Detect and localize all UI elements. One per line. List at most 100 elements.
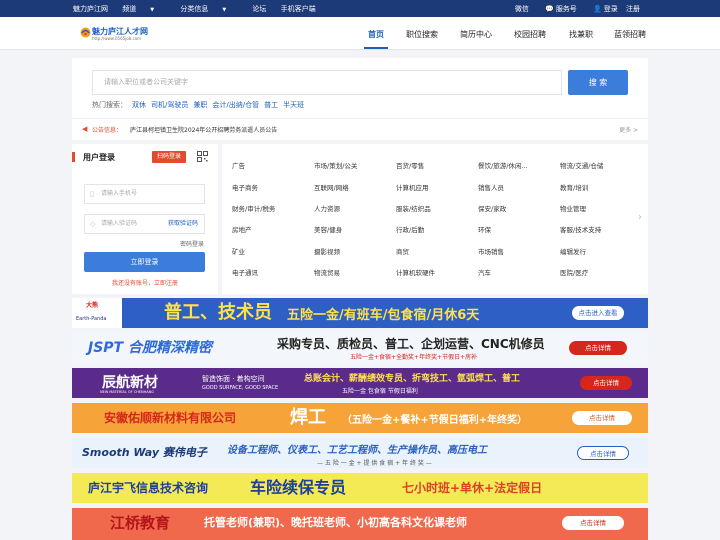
- banner-headline: 车险续保专员: [250, 478, 347, 497]
- get-code-button[interactable]: 获取验证码: [168, 215, 198, 233]
- banner-button[interactable]: 点击详情: [569, 341, 627, 355]
- top-links: 魅力庐江网 频道 ▼ 分类信息 ▼ 论坛 手机客户端: [73, 4, 328, 14]
- ad-banner[interactable]: JSPT 合肥精深精密 采购专员、质检员、普工、企划运营、CNC机修员 五险一金+食…: [72, 333, 648, 363]
- banner-button[interactable]: 点击详情: [577, 446, 629, 460]
- chevron-right-icon[interactable]: ›: [638, 212, 642, 223]
- service-account-link[interactable]: 服务号: [556, 5, 577, 13]
- nav-job-search[interactable]: 职位搜索: [406, 29, 438, 40]
- banner-button[interactable]: 点击详情: [580, 376, 632, 390]
- password-login-link[interactable]: 密码登录: [180, 239, 204, 248]
- category-link[interactable]: 服装/纺织品: [396, 203, 431, 213]
- hot-word[interactable]: 双休: [132, 101, 146, 109]
- login-link[interactable]: 登录: [604, 5, 618, 13]
- hot-word[interactable]: 兼职: [193, 101, 207, 109]
- category-link[interactable]: 客服/技术支持: [560, 224, 601, 234]
- category-link[interactable]: 计算机应用: [396, 182, 429, 192]
- category-link[interactable]: 计算机软硬件: [396, 267, 435, 277]
- hot-word[interactable]: 半天班: [283, 101, 304, 109]
- banner-logo-en: NEW MATERIAL OF CHENHANG: [100, 390, 154, 394]
- banner-logo: Smooth Way 赛伟电子: [82, 446, 207, 459]
- category-link[interactable]: 汽车: [478, 267, 491, 277]
- ad-banner[interactable]: 大熊 Earth-Panda 普工、技术员 五险一金/有班车/包食宿/月休6天 点击进入…: [72, 298, 648, 328]
- ad-banner[interactable]: 江桥教育 托管老师(兼职)、晚托班老师、小初高各科文化课老师 点击详情: [72, 508, 648, 540]
- category-link[interactable]: 保安/家政: [478, 203, 506, 213]
- logo-mark-icon: [80, 27, 91, 38]
- ad-banner[interactable]: 庐江宇飞信息技术咨询 车险续保专员 七小时班+单休+法定假日: [72, 473, 648, 503]
- category-link[interactable]: 矿业: [232, 246, 245, 256]
- category-link[interactable]: 物业管理: [560, 203, 586, 213]
- category-link[interactable]: 医院/医疗: [560, 267, 588, 277]
- top-link-classified[interactable]: 分类信息 ▼: [180, 5, 238, 13]
- site-logo[interactable]: 魅力庐江人才网 http://www.0565job.com: [80, 25, 152, 43]
- hot-word[interactable]: 司机/驾驶员: [151, 101, 188, 109]
- notice-text[interactable]: 庐江县柯坦镇卫生院2024年公开招聘劳务派遣人员公告: [130, 125, 277, 134]
- register-link[interactable]: 注册: [626, 5, 640, 13]
- category-link[interactable]: 电子商务: [232, 182, 258, 192]
- top-bar: 魅力庐江网 频道 ▼ 分类信息 ▼ 论坛 手机客户端 微信 💬 服务号 👤 登录 注册: [0, 0, 720, 17]
- category-link[interactable]: 美容/健身: [314, 224, 342, 234]
- category-link[interactable]: 市场销售: [478, 246, 504, 256]
- banner-logo: 江桥教育: [110, 514, 171, 532]
- hot-search: 热门搜索： 双休 司机/驾驶员 兼职 会计/出纳/仓管 普工 半天班: [92, 100, 304, 110]
- top-link-forum[interactable]: 论坛: [252, 5, 266, 13]
- banner-headline: 焊工: [290, 407, 326, 428]
- wechat-link[interactable]: 微信: [515, 5, 529, 13]
- banner-button[interactable]: 点击进入查看: [572, 306, 624, 320]
- nav-home[interactable]: 首页: [368, 29, 384, 40]
- ad-banner[interactable]: 安徽佑顺新材料有限公司 焊工 （五险一金+餐补+节假日福利+年终奖） 点击详情: [72, 403, 648, 433]
- search-button[interactable]: 搜 索: [568, 70, 628, 95]
- top-link-home[interactable]: 魅力庐江网: [73, 5, 108, 13]
- banner-subline: 七小时班+单休+法定假日: [402, 481, 543, 495]
- logo-url: http://www.0565job.com: [92, 36, 142, 41]
- category-link[interactable]: 物流贸易: [314, 267, 340, 277]
- category-link[interactable]: 百货/零售: [396, 160, 424, 170]
- phone-field[interactable]: ▯ 请输入手机号: [84, 184, 205, 204]
- notice-more-link[interactable]: 更多 >: [619, 125, 638, 134]
- category-link[interactable]: 摄影视频: [314, 246, 340, 256]
- top-link-mobile[interactable]: 手机客户端: [281, 5, 316, 13]
- category-link[interactable]: 餐饮/旅游/休闲...: [478, 160, 528, 170]
- notice-label: 公告信息：: [92, 127, 123, 134]
- category-link[interactable]: 商贸: [396, 246, 409, 256]
- category-link[interactable]: 人力资源: [314, 203, 340, 213]
- hot-word[interactable]: 会计/出纳/仓管: [212, 101, 259, 109]
- category-panel: › 广告 市场/策划/公关 百货/零售 餐饮/旅游/休闲... 物流/交通/仓储电子商务…: [222, 144, 648, 294]
- banner-logo-text: Earth-Panda: [76, 316, 107, 322]
- banner-button[interactable]: 点击详情: [572, 411, 632, 425]
- title-accent: [72, 152, 75, 162]
- nav-parttime[interactable]: 找兼职: [569, 29, 593, 40]
- category-link[interactable]: 广告: [232, 160, 245, 170]
- qr-code-icon[interactable]: [197, 151, 208, 162]
- scan-login-tag[interactable]: 扫码登录: [152, 151, 186, 163]
- banner-logo: 安徽佑顺新材料有限公司: [104, 411, 237, 425]
- category-link[interactable]: 行政/后勤: [396, 224, 424, 234]
- code-field[interactable]: ◇ 请输入验证码 获取验证码: [84, 214, 205, 234]
- login-panel: 用户登录 扫码登录 ▯ 请输入手机号 ◇ 请输入验证码 获取验证码 密码登录 立…: [72, 144, 218, 294]
- top-link-channel[interactable]: 频道 ▼: [122, 5, 166, 13]
- user-icon: 👤: [593, 5, 602, 13]
- category-link[interactable]: 销售人员: [478, 182, 504, 192]
- category-link[interactable]: 电子通讯: [232, 267, 258, 277]
- register-link[interactable]: 我还没有账号，立即注册: [72, 278, 218, 287]
- ad-banner[interactable]: 辰航新材 NEW MATERIAL OF CHENHANG 智造饰面 · 着构空间 G…: [72, 368, 648, 398]
- category-link[interactable]: 房地产: [232, 224, 252, 234]
- nav-campus[interactable]: 校园招聘: [514, 29, 546, 40]
- category-link[interactable]: 编辑发行: [560, 246, 586, 256]
- category-link[interactable]: 教育/培训: [560, 182, 588, 192]
- category-link[interactable]: 互联网/网络: [314, 182, 349, 192]
- category-link[interactable]: 财务/审计/税务: [232, 203, 275, 213]
- nav-bluecollar[interactable]: 蓝领招聘: [614, 29, 646, 40]
- ad-banner[interactable]: Smooth Way 赛伟电子 设备工程师、仪表工、工艺工程师、生产操作员、高压电…: [72, 438, 648, 468]
- nav-resume-center[interactable]: 简历中心: [460, 29, 492, 40]
- login-button[interactable]: 立即登录: [84, 252, 205, 272]
- banner-logo: 大熊 Earth-Panda: [72, 298, 122, 328]
- caret-down-icon: ▼: [222, 7, 227, 13]
- hot-word[interactable]: 普工: [264, 101, 278, 109]
- banner-button[interactable]: 点击详情: [562, 516, 624, 530]
- category-link[interactable]: 市场/策划/公关: [314, 160, 357, 170]
- search-input[interactable]: 请输入职位或者公司关键字: [92, 70, 562, 95]
- banner-subline: 五险一金/有班车/包食宿/月休6天: [287, 308, 480, 323]
- top-right-links: 微信 💬 服务号 👤 登录 注册: [501, 4, 640, 14]
- category-link[interactable]: 物流/交通/仓储: [560, 160, 603, 170]
- category-link[interactable]: 环保: [478, 224, 491, 234]
